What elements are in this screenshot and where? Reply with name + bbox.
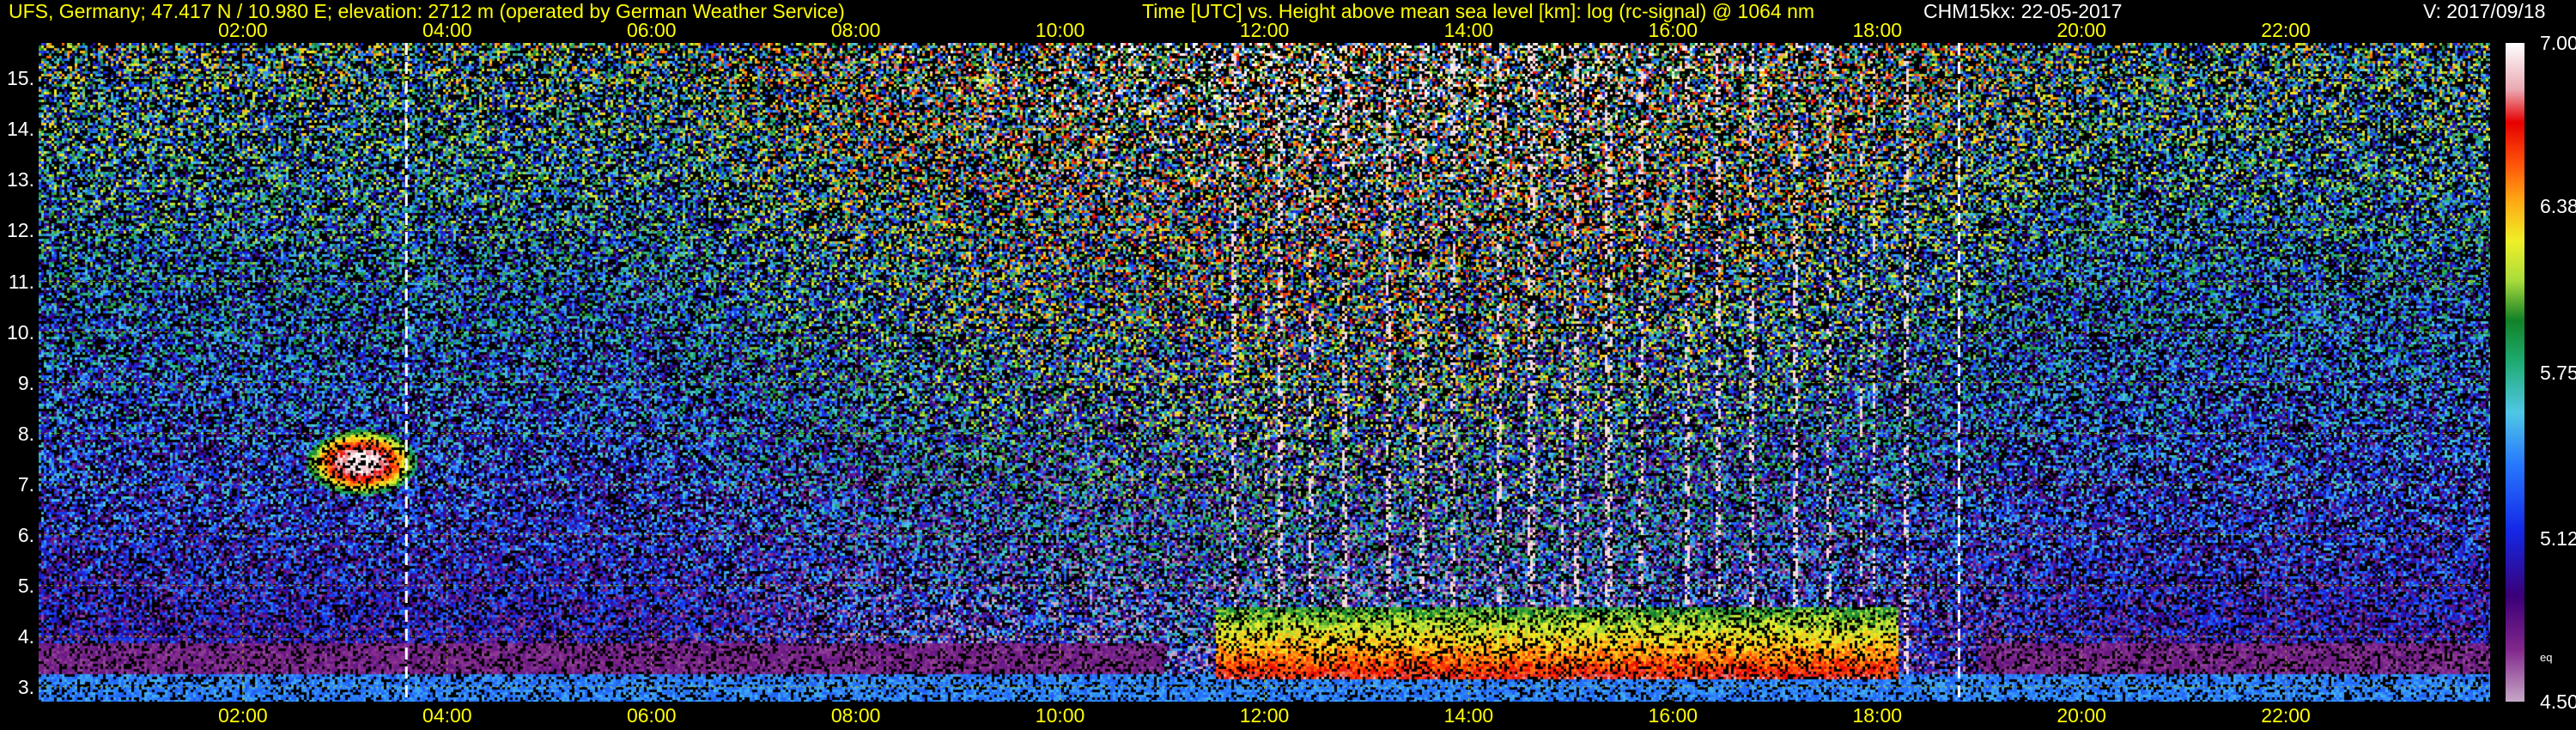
xtick-bot-label: 14:00 bbox=[1443, 704, 1494, 727]
xtick-top-label: 02:00 bbox=[218, 19, 268, 41]
y-tick-label: 13. bbox=[7, 168, 34, 192]
colorbar bbox=[2506, 43, 2524, 702]
xtick-top-label: 06:00 bbox=[626, 19, 677, 41]
xtick-bot-label: 20:00 bbox=[2057, 704, 2106, 727]
xtick-bot-label: 18:00 bbox=[1852, 704, 1903, 727]
y-tick-label: 11. bbox=[8, 270, 34, 293]
xtick-top-label: 08:00 bbox=[830, 19, 881, 41]
y-tick-label: 7. bbox=[17, 472, 34, 496]
colorbar-unit-label: eq bbox=[2540, 650, 2553, 664]
xtick-top-label: 22:00 bbox=[2261, 19, 2311, 41]
xtick-bot-label: 10:00 bbox=[1035, 704, 1085, 727]
xtick-bot-label: 22:00 bbox=[2261, 704, 2311, 727]
y-tick-label: 5. bbox=[17, 574, 34, 597]
xtick-bot-label: 06:00 bbox=[626, 704, 677, 727]
grid-overlay bbox=[39, 43, 2490, 702]
xtick-top-label: 12:00 bbox=[1239, 19, 1290, 41]
xtick-top-label: 18:00 bbox=[1852, 19, 1903, 41]
y-tick-label: 8. bbox=[17, 422, 34, 445]
version-label: V: 2017/09/18 bbox=[2423, 0, 2546, 22]
xtick-top-label: 10:00 bbox=[1035, 19, 1085, 41]
xtick-bot-label: 08:00 bbox=[830, 704, 881, 727]
y-tick-label: 10. bbox=[7, 320, 34, 344]
xtick-top-label: 20:00 bbox=[2057, 19, 2106, 41]
xtick-top-label: 16:00 bbox=[1648, 19, 1698, 41]
y-tick-label: 6. bbox=[17, 523, 34, 546]
y-tick-label: 12. bbox=[7, 219, 34, 242]
xtick-bot-label: 16:00 bbox=[1648, 704, 1698, 727]
y-tick-label: 15. bbox=[7, 67, 34, 90]
xtick-bot-label: 12:00 bbox=[1239, 704, 1290, 727]
colorbar-tick-label: 5.12 bbox=[2540, 526, 2576, 550]
y-tick-label: 3. bbox=[17, 675, 34, 698]
y-tick-label: 4. bbox=[17, 624, 34, 648]
xtick-top-label: 14:00 bbox=[1443, 19, 1494, 41]
colorbar-tick-label: 7.00 bbox=[2540, 32, 2576, 54]
y-tick-label: 14. bbox=[7, 118, 34, 141]
xtick-bot-label: 04:00 bbox=[422, 704, 472, 727]
xtick-bot-label: 02:00 bbox=[218, 704, 268, 727]
colorbar-tick-label: 4.50 bbox=[2540, 690, 2576, 713]
lidar-heatmap bbox=[39, 43, 2490, 702]
xtick-top-label: 04:00 bbox=[422, 19, 472, 41]
colorbar-tick-label: 6.38 bbox=[2540, 195, 2576, 218]
colorbar-tick-label: 5.75 bbox=[2540, 361, 2576, 384]
y-tick-label: 9. bbox=[17, 371, 34, 394]
